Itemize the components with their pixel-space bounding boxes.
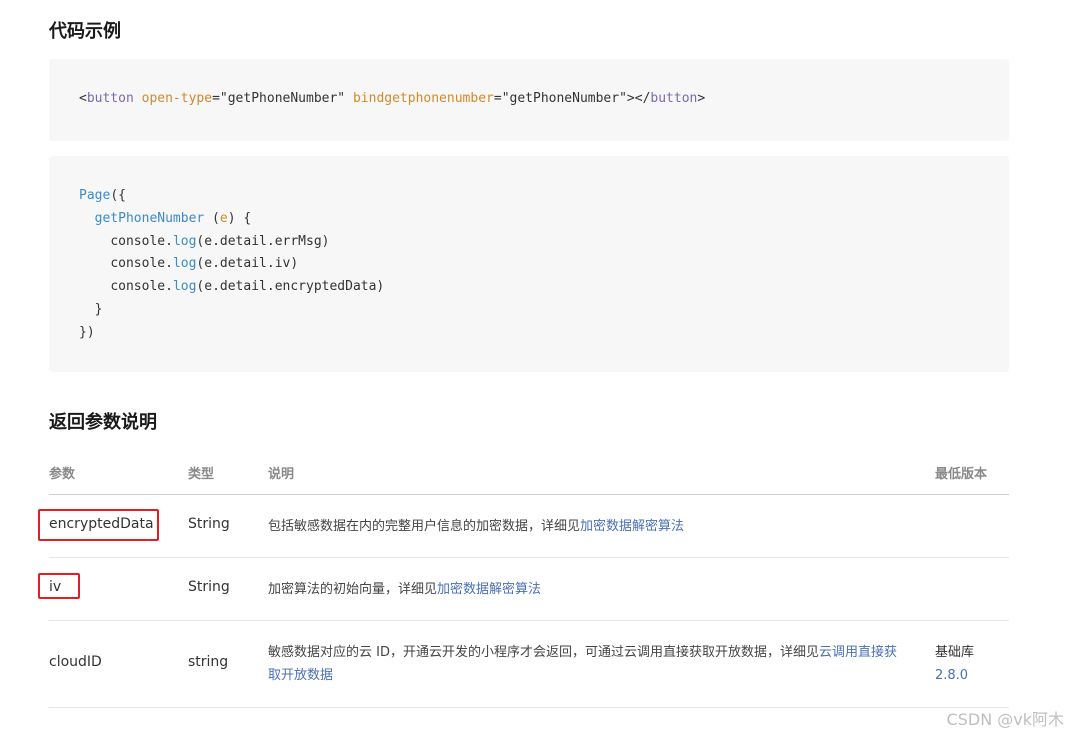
table-row: encryptedData String 包括敏感数据在内的完整用户信息的加密数… (49, 495, 1009, 558)
header-version: 最低版本 (935, 467, 988, 482)
table-row: cloudID string 敏感数据对应的云 ID，开通云开发的小程序才会返回… (49, 621, 1009, 708)
table-row: iv String 加密算法的初始向量，详细见加密数据解密算法 (49, 558, 1009, 621)
code-token: log (172, 233, 197, 249)
header-desc: 说明 (268, 467, 295, 482)
code-token: console. (110, 256, 173, 272)
param-desc: 加密算法的初始向量，详细见加密数据解密算法 (268, 578, 898, 601)
code-token: (e.detail.encryptedData) (196, 279, 385, 295)
decrypt-algorithm-link[interactable]: 加密数据解密算法 (580, 519, 684, 534)
param-type: String (188, 579, 230, 595)
code-token: } (94, 301, 103, 317)
params-table: 参数 类型 说明 最低版本 encryptedData String 包括敏感数… (49, 452, 1009, 708)
code-token: ></ (626, 91, 651, 106)
code-block-js: Page({ getPhoneNumber (e) { console.log(… (49, 156, 1009, 372)
watermark: CSDN @vk阿木 (946, 710, 1064, 729)
code-token: ( (204, 210, 220, 226)
param-name: cloudID (49, 654, 102, 670)
code-token: ) { (227, 210, 252, 226)
code-token: = (212, 91, 220, 106)
header-param: 参数 (49, 467, 76, 482)
version-label: 基础库 (935, 645, 975, 660)
param-desc: 敏感数据对应的云 ID，开通云开发的小程序才会返回，可通过云调用直接获取开放数据… (268, 641, 898, 687)
code-token: = (493, 91, 502, 106)
code-token: < (79, 91, 87, 106)
code-wxml: <button open-type="getPhoneNumber" bindg… (79, 88, 705, 111)
code-token: (e.detail.errMsg) (196, 233, 330, 249)
code-token: "getPhoneNumber" (219, 91, 346, 106)
highlight-box (38, 573, 80, 599)
param-type: String (188, 516, 230, 532)
code-token: button (86, 91, 134, 106)
code-token: > (697, 91, 706, 106)
code-token: log (172, 256, 197, 272)
desc-text: 敏感数据对应的云 ID，开通云开发的小程序才会返回，可通过云调用直接获取开放数据… (268, 645, 819, 660)
table-header: 参数 类型 说明 最低版本 (49, 452, 1009, 495)
code-token: getPhoneNumber (94, 210, 205, 226)
desc-text: 加密算法的初始向量，详细见 (268, 582, 438, 597)
code-token: log (172, 279, 197, 295)
section-title-code-example: 代码示例 (49, 21, 121, 42)
decrypt-algorithm-link[interactable]: 加密数据解密算法 (437, 582, 541, 597)
version-value: 2.8.0 (935, 668, 969, 683)
code-token: "getPhoneNumber" (501, 91, 627, 106)
code-token: console. (110, 233, 173, 249)
code-token: Page (79, 188, 111, 203)
highlight-box (38, 509, 159, 541)
code-token: ({ (110, 188, 126, 203)
section-title-return-params: 返回参数说明 (49, 412, 157, 433)
code-token: }) (79, 324, 95, 340)
code-token: e (219, 210, 228, 226)
code-token: console. (110, 279, 173, 295)
code-block-wxml: <button open-type="getPhoneNumber" bindg… (49, 59, 1009, 141)
code-token: open-type (141, 91, 213, 106)
code-token: (e.detail.iv) (196, 256, 299, 272)
header-type: 类型 (188, 467, 215, 482)
code-token: bindgetphonenumber (352, 91, 494, 106)
param-version: 基础库 2.8.0 (935, 641, 974, 687)
code-js: Page({ getPhoneNumber (e) { console.log(… (79, 185, 384, 345)
param-type: string (188, 654, 229, 670)
code-token: button (650, 91, 698, 106)
param-desc: 包括敏感数据在内的完整用户信息的加密数据，详细见加密数据解密算法 (268, 515, 898, 538)
desc-text: 包括敏感数据在内的完整用户信息的加密数据，详细见 (268, 519, 581, 534)
